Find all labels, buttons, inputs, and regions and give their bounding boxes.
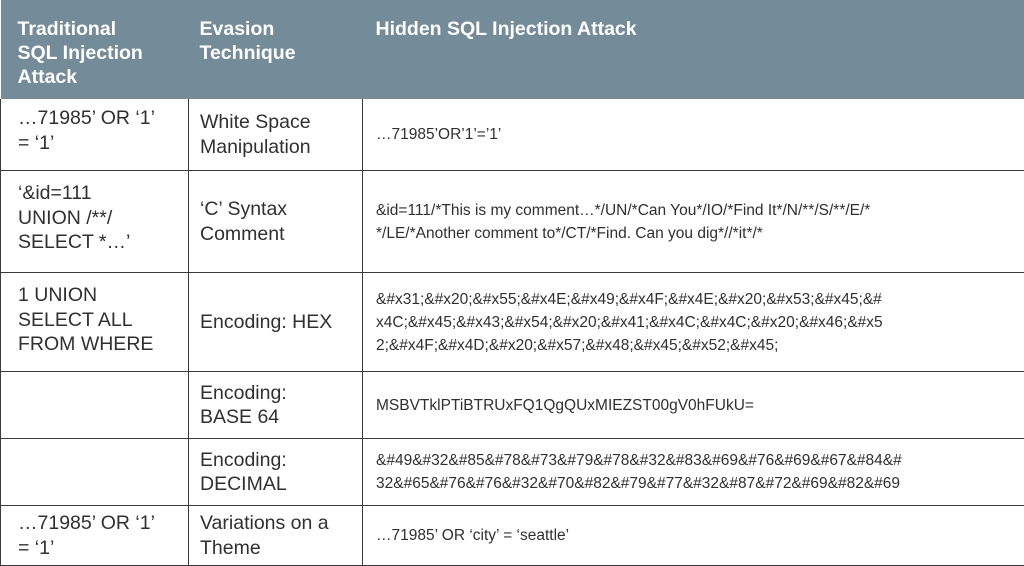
cell-hidden-attack: &#x31;&#x20;&#x55;&#x4E;&#x49;&#x4F;&#x4… [363, 273, 1024, 372]
cell-line: Manipulation [200, 135, 352, 160]
table-row: …71985’ OR ‘1’ = ‘1’ Variations on a The… [1, 506, 1024, 566]
cell-line: 2;&#x4F;&#x4D;&#x20;&#x57;&#x48;&#x45;&#… [376, 334, 1015, 357]
cell-line: x4C;&#x45;&#x43;&#x54;&#x20;&#x41;&#x4C;… [376, 311, 1015, 334]
header-line: Hidden SQL Injection Attack [376, 17, 1015, 41]
cell-line: = ‘1’ [18, 536, 178, 561]
cell-traditional-attack: ‘&id=111 UNION /**/ SELECT *…’ [1, 171, 189, 273]
cell-line: DECIMAL [200, 472, 352, 497]
header-line: SQL Injection [18, 41, 179, 65]
table-body: …71985’ OR ‘1’ = ‘1’ White Space Manipul… [1, 99, 1024, 566]
cell-line: BASE 64 [200, 405, 352, 430]
cell-line: &#49&#32&#85&#78&#73&#79&#78&#32&#83&#69… [376, 449, 1015, 472]
cell-line: &id=111/*This is my comment…*/UN/*Can Yo… [376, 199, 1015, 222]
cell-line: …71985’ OR ‘1’ [18, 511, 178, 536]
cell-evasion-technique: Variations on a Theme [189, 506, 363, 566]
cell-hidden-attack: &id=111/*This is my comment…*/UN/*Can Yo… [363, 171, 1024, 273]
cell-line: Theme [200, 536, 352, 561]
sql-injection-evasion-table: Traditional SQL Injection Attack Evasion… [0, 0, 1024, 566]
cell-line: ‘C’ Syntax [200, 197, 352, 222]
cell-line: SELECT *…’ [18, 230, 178, 255]
table-row: 1 UNION SELECT ALL FROM WHERE Encoding: … [1, 273, 1024, 372]
header-line: Technique [200, 41, 353, 65]
cell-evasion-technique: Encoding: HEX [189, 273, 363, 372]
table-row: ‘&id=111 UNION /**/ SELECT *…’ ‘C’ Synta… [1, 171, 1024, 273]
header-line: Attack [18, 65, 179, 89]
cell-line: 1 UNION [18, 283, 178, 308]
cell-evasion-technique: Encoding: DECIMAL [189, 439, 363, 506]
table-row: Encoding: DECIMAL &#49&#32&#85&#78&#73&#… [1, 439, 1024, 506]
header-row: Traditional SQL Injection Attack Evasion… [1, 0, 1024, 99]
cell-hidden-attack: &#49&#32&#85&#78&#73&#79&#78&#32&#83&#69… [363, 439, 1024, 506]
cell-evasion-technique: ‘C’ Syntax Comment [189, 171, 363, 273]
cell-line: &#x31;&#x20;&#x55;&#x4E;&#x49;&#x4F;&#x4… [376, 288, 1015, 311]
cell-line: ‘&id=111 [18, 181, 178, 206]
cell-hidden-attack: …71985’ OR ‘city’ = ‘seattle’ [363, 506, 1024, 566]
header-evasion-technique: Evasion Technique [189, 0, 363, 99]
cell-line: Comment [200, 222, 352, 247]
cell-line: MSBVTklPTiBTRUxFQ1QgQUxMIEZST00gV0hFUkU= [376, 394, 1015, 417]
cell-line: UNION /**/ [18, 206, 178, 231]
cell-line: SELECT ALL [18, 308, 178, 333]
header-line: Evasion [200, 17, 353, 41]
cell-line: …71985’OR’1’=’1’ [376, 123, 1015, 146]
cell-evasion-technique: White Space Manipulation [189, 99, 363, 171]
cell-hidden-attack: MSBVTklPTiBTRUxFQ1QgQUxMIEZST00gV0hFUkU= [363, 372, 1024, 439]
cell-traditional-attack-empty [1, 372, 189, 439]
cell-traditional-attack: 1 UNION SELECT ALL FROM WHERE [1, 273, 189, 372]
cell-line: */LE/*Another comment to*/CT/*Find. Can … [376, 222, 1015, 245]
table-header: Traditional SQL Injection Attack Evasion… [1, 0, 1024, 99]
cell-traditional-attack: …71985’ OR ‘1’ = ‘1’ [1, 506, 189, 566]
cell-line: Encoding: [200, 381, 352, 406]
cell-traditional-attack-empty [1, 439, 189, 506]
cell-line: FROM WHERE [18, 332, 178, 357]
cell-hidden-attack: …71985’OR’1’=’1’ [363, 99, 1024, 171]
cell-evasion-technique: Encoding: BASE 64 [189, 372, 363, 439]
cell-line: Variations on a [200, 511, 352, 536]
cell-line: 32&#65&#76&#76&#32&#70&#82&#79&#77&#32&#… [376, 472, 1015, 495]
cell-line: = ‘1’ [18, 131, 178, 156]
cell-line: Encoding: HEX [200, 310, 352, 335]
cell-line: …71985’ OR ‘1’ [18, 106, 178, 131]
header-hidden-attack: Hidden SQL Injection Attack [363, 0, 1024, 99]
header-traditional-attack: Traditional SQL Injection Attack [1, 0, 189, 99]
cell-line: Encoding: [200, 448, 352, 473]
table-row: Encoding: BASE 64 MSBVTklPTiBTRUxFQ1QgQU… [1, 372, 1024, 439]
table-row: …71985’ OR ‘1’ = ‘1’ White Space Manipul… [1, 99, 1024, 171]
cell-traditional-attack: …71985’ OR ‘1’ = ‘1’ [1, 99, 189, 171]
header-line: Traditional [18, 17, 179, 41]
cell-line: White Space [200, 110, 352, 135]
cell-line: …71985’ OR ‘city’ = ‘seattle’ [376, 524, 1015, 547]
